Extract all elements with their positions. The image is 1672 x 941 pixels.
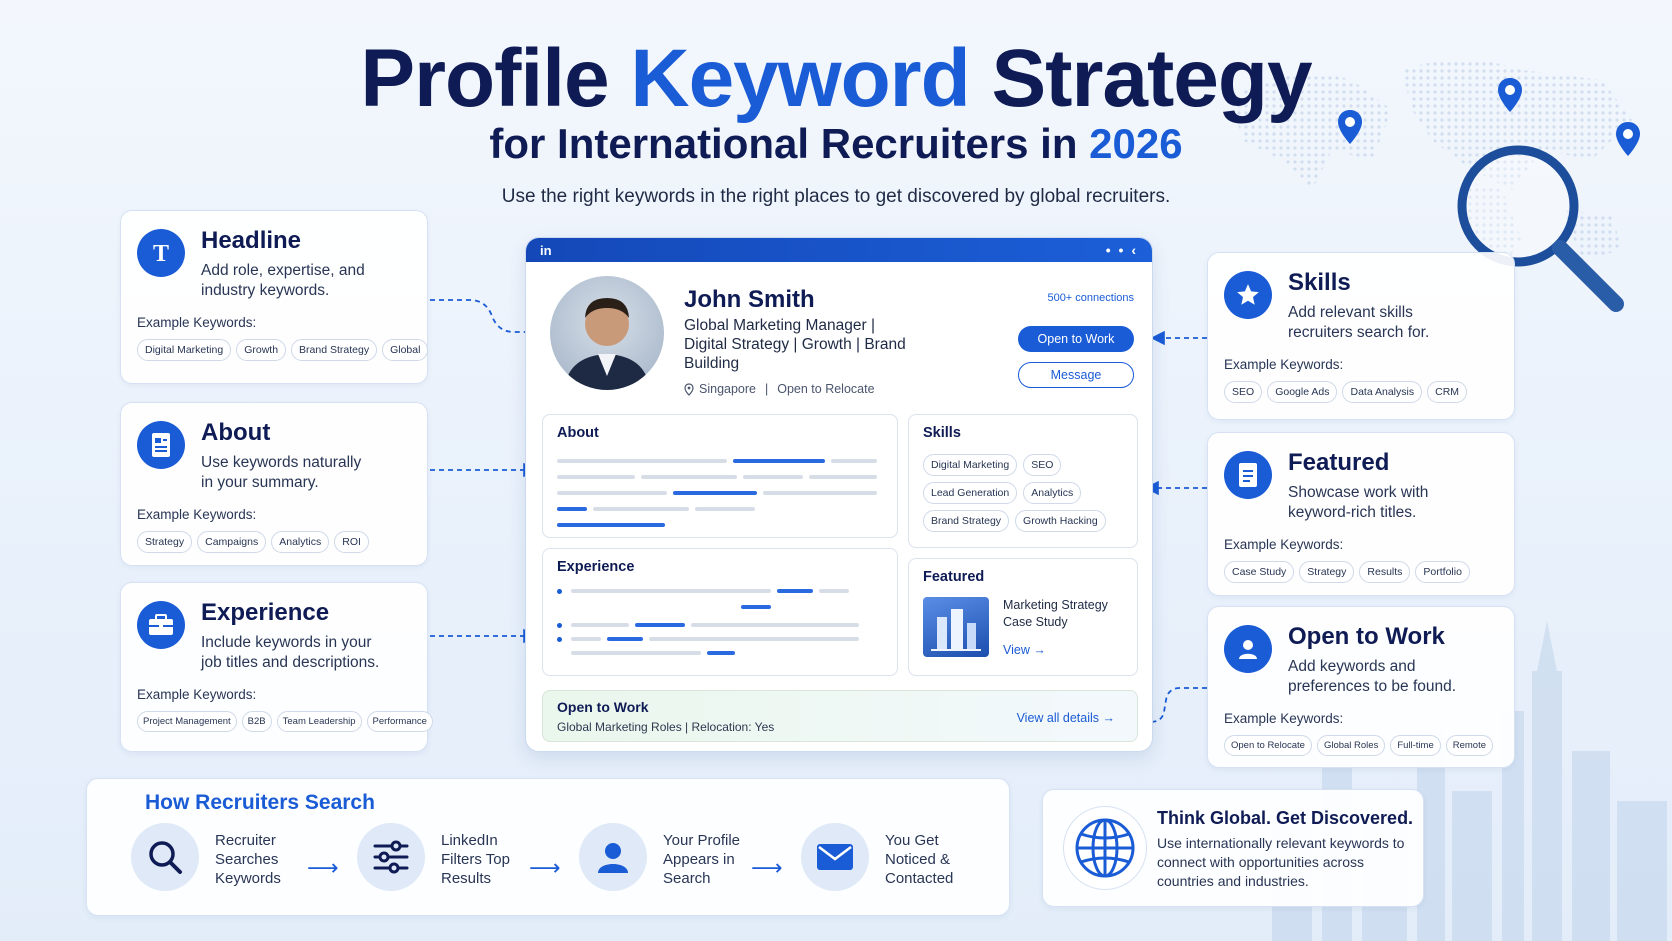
list-bullet — [557, 589, 562, 594]
think-global-title: Think Global. Get Discovered. — [1157, 808, 1414, 828]
text-placeholder — [593, 507, 689, 511]
linkedin-logo-icon: in — [540, 242, 552, 258]
open-to-work-banner: Open to Work Global Marketing Roles | Re… — [542, 690, 1138, 742]
location-pin-icon — [684, 382, 694, 396]
keyword-highlight — [707, 651, 735, 655]
featured-thumbnail[interactable] — [923, 597, 989, 657]
text-placeholder — [831, 459, 877, 463]
arrow-right-icon: ⟶ — [529, 855, 561, 880]
text-placeholder — [743, 475, 803, 479]
skill-chip: Lead Generation — [923, 482, 1018, 504]
message-button[interactable]: Message — [1018, 362, 1134, 388]
text-placeholder — [571, 589, 771, 593]
keyword-highlight — [741, 605, 771, 609]
keyword-highlight — [557, 507, 587, 511]
featured-item-title: Marketing Strategy Case Study — [1003, 598, 1108, 629]
text-placeholder — [571, 651, 701, 655]
mail-icon — [801, 823, 869, 891]
featured-view-link[interactable]: View → — [1003, 643, 1046, 657]
arrow-right-icon: ⟶ — [751, 855, 783, 880]
sliders-icon — [357, 823, 425, 891]
text-placeholder — [571, 637, 601, 641]
section-title: Experience — [557, 559, 635, 575]
think-global-panel: Think Global. Get Discovered. Use intern… — [1042, 789, 1424, 907]
section-title: Featured — [923, 569, 985, 585]
avatar — [550, 276, 664, 390]
text-placeholder — [571, 623, 629, 627]
experience-section: Experience — [542, 548, 898, 676]
menu-dots-icon[interactable]: • • ‹ — [1106, 242, 1138, 258]
text-placeholder — [557, 475, 635, 479]
keyword-highlight — [673, 491, 757, 495]
text-placeholder — [641, 475, 737, 479]
think-global-description: Use internationally relevant keywords to… — [1157, 835, 1405, 889]
text-placeholder — [809, 475, 877, 479]
text-placeholder — [819, 589, 849, 593]
profile-headline: Global Marketing Manager | Digital Strate… — [684, 317, 906, 372]
profile-preview: in • • ‹ John Smith Global Marketing Man… — [525, 237, 1153, 752]
how-recruiters-search-panel: How Recruiters Search Recruiter Searches K… — [86, 778, 1010, 916]
search-icon — [131, 823, 199, 891]
connections-count[interactable]: 500+ connections — [1047, 292, 1134, 304]
step-label: Your Profile Appears in Search — [663, 832, 740, 887]
featured-section: Featured Marketing Strategy Case Study Vi… — [908, 558, 1138, 676]
profile-location: Singapore | Open to Relocate — [684, 382, 875, 396]
list-bullet — [557, 623, 562, 628]
skill-chip: Analytics — [1023, 482, 1082, 504]
section-title: About — [557, 425, 599, 441]
skill-chip: Digital Marketing — [923, 454, 1018, 476]
open-to-work-button[interactable]: Open to Work — [1018, 326, 1134, 352]
section-title: How Recruiters Search — [145, 791, 375, 814]
view-all-details-link[interactable]: View all details → — [1017, 711, 1115, 725]
keyword-highlight — [635, 623, 685, 627]
user-icon — [579, 823, 647, 891]
text-placeholder — [557, 491, 667, 495]
profile-name: John Smith — [684, 286, 815, 313]
text-placeholder — [763, 491, 877, 495]
text-placeholder — [649, 637, 859, 641]
step-label: Recruiter Searches Keywords — [215, 832, 281, 887]
about-section: About — [542, 414, 898, 538]
step-label: LinkedIn Filters Top Results — [441, 832, 510, 887]
keyword-highlight — [777, 589, 813, 593]
section-title: Skills — [923, 425, 961, 441]
keyword-highlight — [607, 637, 643, 641]
text-placeholder — [557, 459, 727, 463]
skill-chip: Brand Strategy — [923, 510, 1010, 532]
list-bullet — [557, 637, 562, 642]
skill-chips: Digital Marketing SEO Lead Generation An… — [923, 454, 1113, 532]
skill-chip: SEO — [1023, 454, 1062, 476]
text-placeholder — [691, 623, 859, 627]
skill-chip: Growth Hacking — [1015, 510, 1106, 532]
arrow-right-icon: ⟶ — [307, 855, 339, 880]
keyword-highlight — [557, 523, 665, 527]
globe-icon — [1063, 806, 1147, 890]
keyword-highlight — [733, 459, 825, 463]
skills-section: Skills Digital Marketing SEO Lead Genera… — [908, 414, 1138, 548]
text-placeholder — [695, 507, 755, 511]
step-label: You Get Noticed & Contacted — [885, 832, 954, 887]
profile-top-bar: in • • ‹ — [526, 238, 1152, 262]
